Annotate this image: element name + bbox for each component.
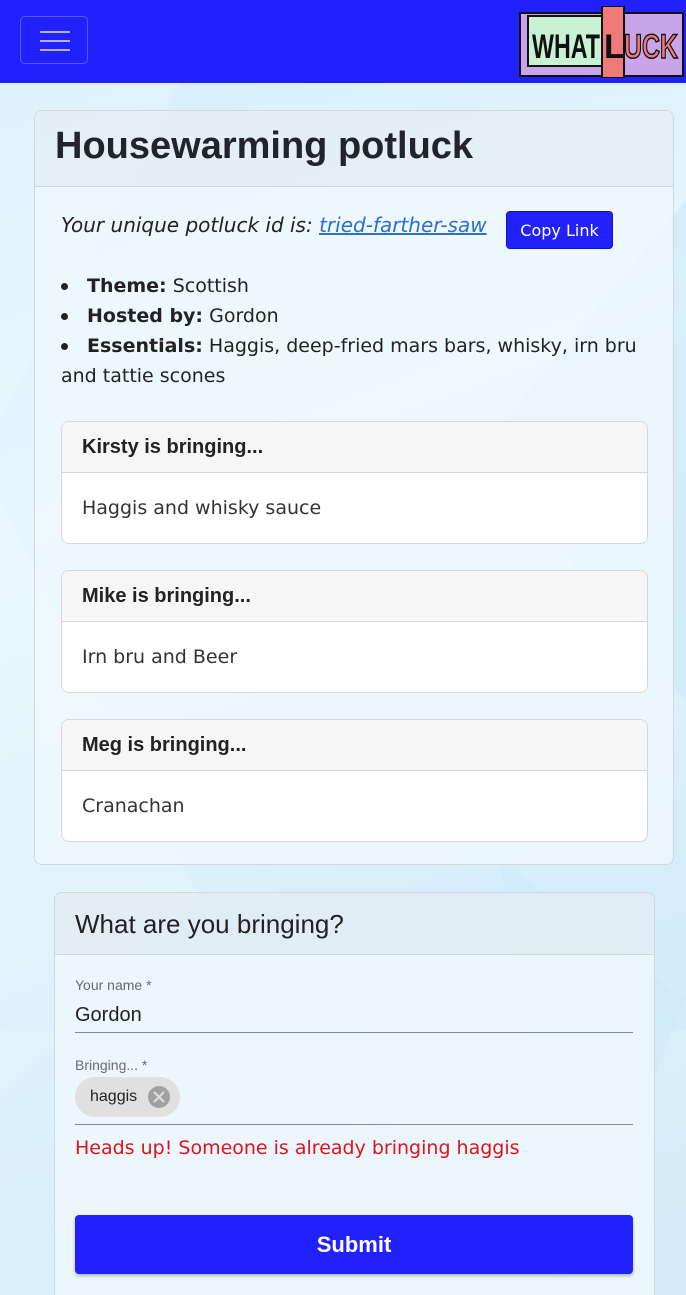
contribution-header: Mike is bringing...	[62, 571, 647, 622]
bringing-field-label: Bringing... *	[75, 1057, 148, 1073]
whatluck-logo[interactable]: WHAT L UCK	[518, 6, 686, 78]
copy-link-button[interactable]: Copy Link	[506, 211, 613, 249]
detail-essentials: Essentials: Haggis, deep-fried mars bars…	[61, 335, 637, 387]
contribution-item: Haggis and whisky sauce	[82, 497, 322, 519]
detail-theme: Theme: Scottish	[61, 271, 651, 301]
svg-text:WHAT: WHAT	[532, 28, 600, 66]
chip-remove-icon[interactable]	[148, 1086, 170, 1108]
hamburger-icon	[40, 31, 70, 33]
contribution-card: Kirsty is bringing... Haggis and whisky …	[61, 421, 648, 544]
contribution-item: Irn bru and Beer	[82, 646, 238, 668]
bringing-chip[interactable]: haggis	[75, 1077, 180, 1117]
submit-button[interactable]: Submit	[75, 1215, 633, 1274]
potluck-id-line: Your unique potluck id is: tried-farther…	[61, 213, 487, 237]
bringing-field-underline[interactable]	[75, 1124, 633, 1125]
contribution-item: Cranachan	[82, 795, 185, 817]
potluck-id-link[interactable]: tried-farther-saw	[319, 213, 487, 237]
bullet-icon	[61, 283, 68, 290]
potluck-details-list: Theme: Scottish Hosted by: Gordon Essent…	[61, 271, 651, 391]
chip-label: haggis	[90, 1088, 138, 1105]
page-title: Housewarming potluck	[55, 125, 474, 167]
contribution-card: Meg is bringing... Cranachan	[61, 719, 648, 842]
name-field[interactable]: Gordon	[75, 998, 633, 1033]
form-title: What are you bringing?	[55, 893, 654, 955]
name-field-label: Your name *	[75, 977, 152, 993]
contribution-header: Meg is bringing...	[62, 720, 647, 771]
bringing-form-card: What are you bringing? Your name * Gordo…	[54, 892, 655, 1295]
bullet-icon	[61, 313, 68, 320]
svg-text:UCK: UCK	[624, 28, 678, 66]
duplicate-warning: Heads up! Someone is already bringing ha…	[75, 1137, 520, 1159]
potluck-id-prefix: Your unique potluck id is:	[61, 213, 313, 237]
contribution-header: Kirsty is bringing...	[62, 422, 647, 473]
bullet-icon	[61, 343, 68, 350]
detail-host: Hosted by: Gordon	[61, 301, 651, 331]
potluck-card-header: Housewarming potluck	[35, 111, 673, 187]
svg-text:L: L	[604, 28, 625, 66]
potluck-card: Housewarming potluck Your unique potluck…	[34, 110, 674, 865]
navbar: WHAT L UCK	[0, 0, 686, 83]
menu-toggle-button[interactable]	[20, 16, 88, 64]
contribution-card: Mike is bringing... Irn bru and Beer	[61, 570, 648, 693]
